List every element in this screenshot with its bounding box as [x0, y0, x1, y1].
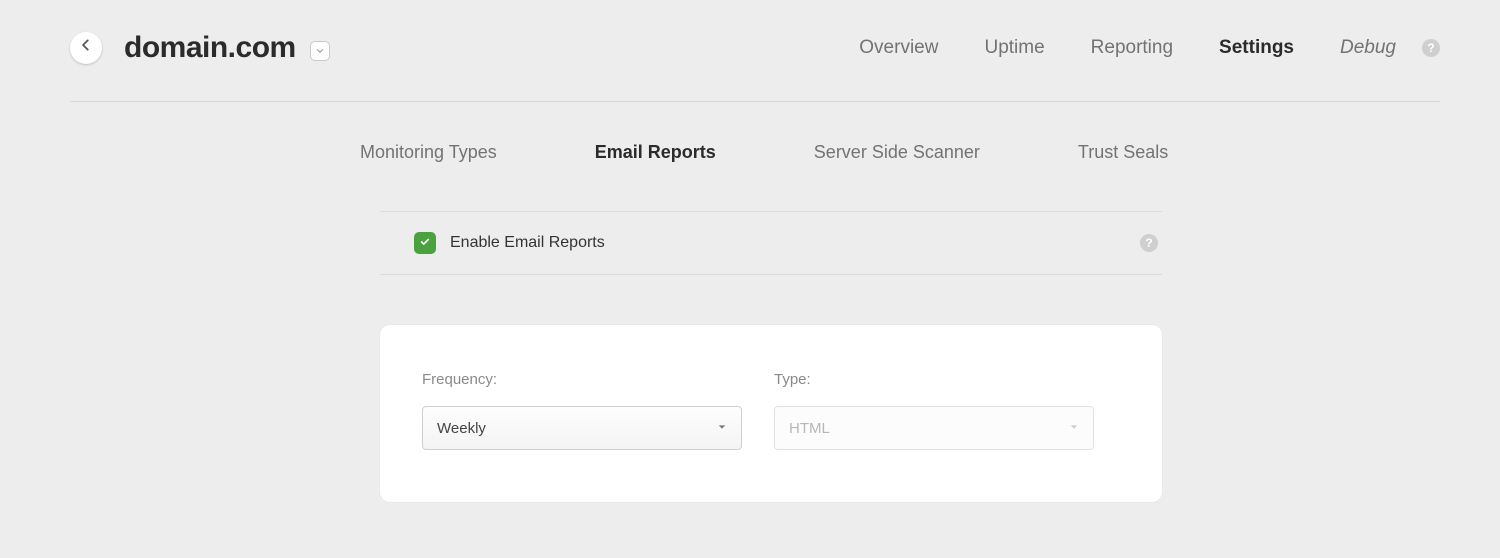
page-title: domain.com — [124, 31, 296, 65]
field-row: Frequency: Weekly Type: HTML — [422, 371, 1120, 450]
type-select: HTML — [774, 406, 1094, 450]
enable-help-icon[interactable]: ? — [1140, 234, 1158, 252]
type-label: Type: — [774, 371, 1094, 388]
enable-email-reports-checkbox[interactable] — [414, 232, 436, 254]
subnav-monitoring-types[interactable]: Monitoring Types — [360, 142, 497, 163]
nav-debug[interactable]: Debug — [1340, 37, 1396, 59]
nav-overview[interactable]: Overview — [859, 37, 938, 59]
help-icon[interactable]: ? — [1422, 39, 1440, 57]
type-value: HTML — [789, 420, 830, 437]
nav-uptime[interactable]: Uptime — [984, 37, 1044, 59]
header-divider — [70, 101, 1440, 102]
back-button[interactable] — [70, 32, 102, 64]
arrow-left-icon — [79, 38, 93, 57]
header-left: domain.com — [70, 31, 330, 65]
subnav-trust-seals[interactable]: Trust Seals — [1078, 142, 1168, 163]
frequency-field: Frequency: Weekly — [422, 371, 742, 450]
type-field: Type: HTML — [774, 371, 1094, 450]
enable-left: Enable Email Reports — [414, 232, 605, 254]
subnav-email-reports[interactable]: Email Reports — [595, 142, 716, 163]
chevron-down-icon — [316, 42, 324, 60]
main-nav: Overview Uptime Reporting Settings Debug… — [859, 37, 1440, 59]
checkmark-icon — [419, 234, 431, 252]
domain-dropdown-toggle[interactable] — [310, 41, 330, 61]
settings-subnav: Monitoring Types Email Reports Server Si… — [360, 142, 1440, 163]
subnav-server-side-scanner[interactable]: Server Side Scanner — [814, 142, 980, 163]
enable-email-reports-label: Enable Email Reports — [450, 234, 605, 252]
enable-row: Enable Email Reports ? — [380, 211, 1162, 275]
frequency-select[interactable]: Weekly — [422, 406, 742, 450]
frequency-value: Weekly — [437, 420, 486, 437]
page-header: domain.com Overview Uptime Reporting Set… — [70, 20, 1440, 75]
caret-down-icon — [717, 419, 727, 437]
enable-section: Enable Email Reports ? — [380, 211, 1162, 275]
caret-down-icon — [1069, 419, 1079, 437]
nav-settings[interactable]: Settings — [1219, 37, 1294, 59]
nav-reporting[interactable]: Reporting — [1091, 37, 1173, 59]
email-reports-card: Frequency: Weekly Type: HTML — [380, 325, 1162, 502]
frequency-label: Frequency: — [422, 371, 742, 388]
